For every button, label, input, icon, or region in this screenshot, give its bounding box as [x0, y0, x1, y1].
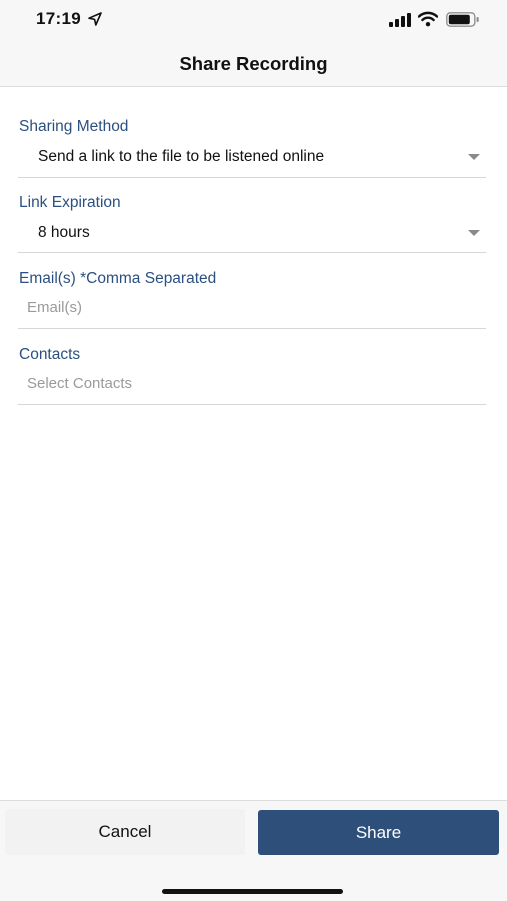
status-time: 17:19 [36, 9, 81, 28]
link-expiration-field[interactable]: Link Expiration 8 hours [18, 190, 486, 253]
page-title: Share Recording [179, 53, 328, 74]
sharing-method-select[interactable]: Send a link to the file to be listened o… [38, 148, 324, 166]
emails-field[interactable]: Email(s) *Comma Separated Email(s) [18, 266, 486, 329]
contacts-field[interactable]: Contacts Select Contacts [18, 342, 486, 405]
bottom-action-bar: Cancel Share [0, 800, 507, 901]
wifi-icon [418, 11, 438, 27]
chevron-down-icon[interactable] [468, 229, 480, 237]
cellular-signal-icon [389, 13, 411, 27]
home-indicator[interactable] [162, 889, 343, 894]
cancel-button[interactable]: Cancel [5, 809, 245, 855]
share-button[interactable]: Share [258, 810, 499, 855]
top-chrome: 17:19 Share Recording [0, 0, 507, 87]
chevron-down-icon[interactable] [468, 153, 480, 161]
link-expiration-select[interactable]: 8 hours [38, 224, 90, 242]
select-contacts-input[interactable]: Select Contacts [27, 375, 132, 392]
link-expiration-label: Link Expiration [19, 194, 121, 211]
contacts-label: Contacts [19, 346, 81, 363]
sharing-method-label: Sharing Method [19, 118, 129, 135]
battery-icon [446, 12, 479, 27]
location-arrow-icon [88, 12, 102, 26]
sharing-method-field[interactable]: Sharing Method Send a link to the file t… [18, 114, 486, 178]
email-input[interactable]: Email(s) [27, 299, 82, 316]
emails-label: Email(s) *Comma Separated [19, 270, 217, 287]
